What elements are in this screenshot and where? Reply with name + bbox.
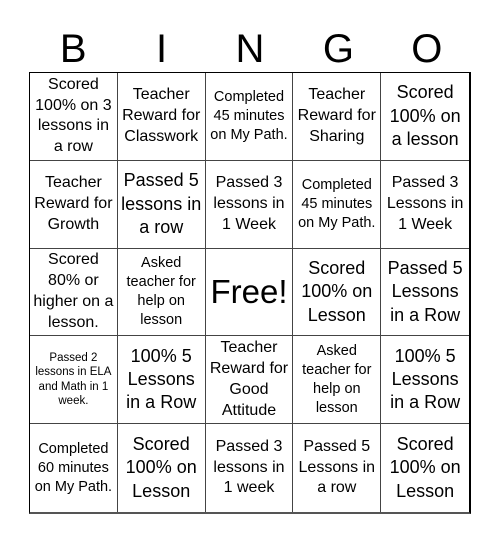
bingo-cell[interactable]: Passed 5 lessons in a row [117, 160, 206, 249]
bingo-cell[interactable]: Scored 100% on 3 lessons in a row [30, 73, 118, 161]
bingo-cell[interactable]: Completed 45 minutes on My Path. [205, 73, 294, 161]
bingo-cell[interactable]: Passed 3 lessons in 1 week [206, 424, 294, 512]
header-letter-o: O [411, 27, 443, 71]
cell-text: Passed 5 Lessons in a row [298, 437, 376, 497]
cell-text: Teacher Reward for Growth [34, 174, 113, 233]
cell-text: Completed 45 minutes on My Path. [210, 89, 288, 143]
bingo-cell[interactable]: 100% 5 Lessons in a Row [117, 336, 206, 425]
bingo-cell[interactable]: Scored 100% on Lesson [118, 424, 206, 512]
header-letter-n: N [235, 27, 265, 71]
bingo-cell[interactable]: Teacher Reward for Good Attitude [205, 336, 294, 425]
cell-text: Scored 100% on Lesson [125, 434, 197, 501]
free-space-text: Free! [210, 273, 288, 311]
bingo-cell[interactable]: Completed 45 minutes on My Path. [293, 160, 382, 249]
header-letter-b: B [59, 27, 87, 71]
cell-text: Passed 5 lessons in a row [121, 170, 202, 237]
cell-text: Asked teacher for help on lesson [302, 343, 372, 416]
bingo-cell[interactable]: Asked teacher for help on lesson [293, 336, 382, 425]
header-letter-i: I [156, 27, 168, 71]
bingo-grid: Scored 100% on 3 lessons in a row Teache… [29, 72, 471, 514]
bingo-cell[interactable]: Teacher Reward for Growth [30, 160, 118, 249]
cell-text: Passed 3 Lessons in 1 Week [386, 174, 464, 233]
bingo-cell[interactable]: Teacher Reward for Sharing [293, 73, 382, 161]
cell-text: Completed 60 minutes on My Path. [34, 440, 113, 495]
cell-text: Passed 3 lessons in 1 Week [213, 174, 285, 233]
bingo-cell[interactable]: Passed 5 Lessons in a Row [381, 249, 469, 337]
bingo-cell[interactable]: Asked teacher for help on lesson [117, 248, 206, 337]
cell-text: Passed 3 lessons in 1 week [213, 437, 285, 497]
cell-text: Teacher Reward for Sharing [297, 86, 376, 145]
cell-text: Completed 45 minutes on My Path. [298, 176, 376, 231]
cell-text: 100% 5 Lessons in a Row [390, 345, 461, 413]
cell-text: Scored 80% or higher on a lesson. [33, 251, 114, 331]
bingo-cell[interactable]: Passed 5 Lessons in a row [293, 424, 382, 512]
cell-text: Scored 100% on Lesson [301, 257, 373, 325]
bingo-cell[interactable]: Scored 80% or higher on a lesson. [30, 248, 118, 337]
cell-text: 100% 5 Lessons in a Row [126, 345, 197, 413]
cell-text: Asked teacher for help on lesson [126, 255, 196, 328]
cell-text: Passed 5 Lessons in a Row [387, 257, 463, 325]
bingo-cell[interactable]: Passed 3 lessons in 1 Week [205, 160, 294, 249]
bingo-cell[interactable]: Completed 60 minutes on My Path. [30, 424, 118, 512]
bingo-cell[interactable]: Scored 100% on a lesson [381, 73, 469, 161]
bingo-cell[interactable]: Scored 100% on Lesson [381, 424, 469, 512]
free-space-cell[interactable]: Free! [205, 248, 294, 337]
bingo-cell[interactable]: Passed 3 Lessons in 1 Week [381, 161, 469, 249]
cell-text: Scored 100% on 3 lessons in a row [35, 75, 112, 156]
header-letter-g: G [322, 27, 354, 71]
cell-text: Teacher Reward for Good Attitude [209, 339, 289, 419]
bingo-cell[interactable]: 100% 5 Lessons in a Row [381, 336, 469, 425]
bingo-header: B I N G O [29, 26, 471, 72]
bingo-cell[interactable]: Teacher Reward for Classwork [117, 73, 206, 161]
bingo-cell[interactable]: Scored 100% on Lesson [293, 248, 382, 337]
cell-text: Scored 100% on a lesson [389, 82, 461, 150]
cell-text: Scored 100% on Lesson [389, 434, 461, 501]
cell-text: Passed 2 lessons in ELA and Math in 1 we… [35, 352, 112, 408]
cell-text: Teacher Reward for Classwork [122, 86, 201, 145]
bingo-cell[interactable]: Passed 2 lessons in ELA and Math in 1 we… [30, 336, 118, 425]
